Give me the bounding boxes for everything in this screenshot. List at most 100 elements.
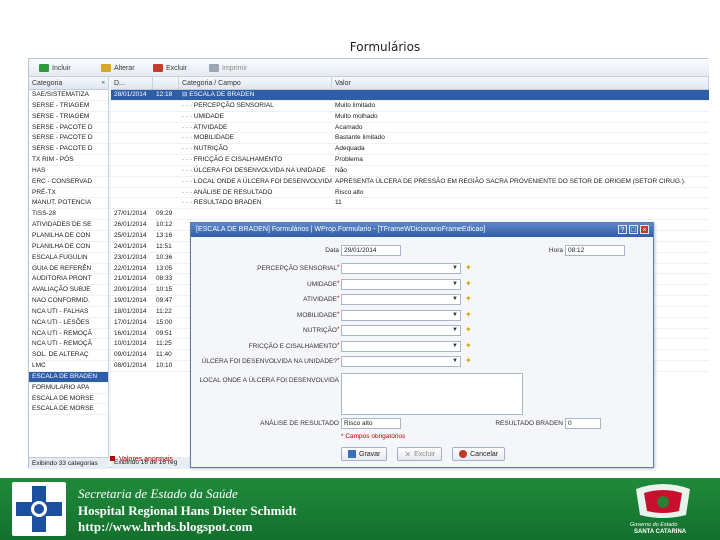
- category-item[interactable]: SERSE - PACOTE D: [29, 133, 108, 145]
- table-cell: [153, 101, 179, 111]
- hora-input[interactable]: 08:12: [565, 245, 625, 256]
- banner-url[interactable]: http://www.hrhds.blogspot.com: [78, 519, 252, 535]
- excluir-dialog-button[interactable]: ✕ Excluir: [397, 447, 443, 461]
- hint-bulb-icon[interactable]: ✦: [465, 295, 472, 303]
- data-input[interactable]: 29/01/2014: [341, 245, 401, 256]
- hint-bulb-icon[interactable]: ✦: [465, 357, 472, 365]
- form-dialog: [ESCALA DE BRADEN] Formulários | WProp.F…: [190, 222, 654, 468]
- maximize-icon[interactable]: □: [629, 225, 638, 234]
- table-cell: 12:18: [156, 91, 173, 98]
- category-item[interactable]: SAE/SISTEMATIZA: [29, 90, 108, 101]
- category-item[interactable]: ATIVIDADES DE SE: [29, 220, 108, 231]
- table-cell: [111, 101, 153, 111]
- hint-bulb-icon[interactable]: ✦: [465, 279, 472, 288]
- category-item[interactable]: AVALIAÇÃO SUBJE: [29, 285, 108, 297]
- field-select[interactable]: ▼: [341, 263, 461, 274]
- category-item[interactable]: MANUT. POTENCIA: [29, 198, 108, 210]
- hint-bulb-icon[interactable]: ✦: [465, 310, 472, 319]
- category-item[interactable]: SERSE - PACOTE D: [29, 123, 108, 134]
- banner-hospital: Hospital Regional Hans Dieter Schmidt: [78, 503, 297, 518]
- table-row[interactable]: · · · ANÁLISE DE RESULTADO Risco alto: [111, 188, 709, 199]
- table-row[interactable]: · · · ATIVIDADE Acamado: [111, 123, 709, 134]
- table-cell: [111, 188, 153, 198]
- imprimir-button[interactable]: Imprimir: [209, 62, 247, 74]
- chevron-down-icon[interactable]: ▼: [451, 327, 459, 334]
- table-row[interactable]: · · · PERCEPÇÃO SENSORIAL Muito limitado: [111, 101, 709, 112]
- category-item[interactable]: ESCALA DE MORSE: [29, 404, 108, 416]
- category-item[interactable]: SOL. DE ALTERAÇ: [29, 350, 108, 362]
- chevron-down-icon[interactable]: ▼: [451, 281, 459, 288]
- table-row[interactable]: · · · NUTRIÇÃO Adequada: [111, 144, 709, 156]
- category-item[interactable]: NCA UTI - LESÕES: [29, 318, 108, 329]
- col-value[interactable]: Valor: [332, 77, 709, 89]
- category-header[interactable]: Categoria «: [29, 77, 108, 90]
- required-note: * Campos obrigatórios: [341, 433, 406, 440]
- table-row[interactable]: · · · FRICÇÃO E CISALHAMENTO Problema: [111, 155, 709, 166]
- field-select[interactable]: ▼: [341, 340, 461, 352]
- field-select[interactable]: ▼: [341, 294, 461, 305]
- category-item[interactable]: TX RIM - PÓS: [29, 155, 108, 166]
- table-cell: [111, 133, 153, 143]
- field-select[interactable]: ▼: [341, 325, 461, 336]
- category-item[interactable]: PRÉ-TX: [29, 188, 108, 199]
- category-item[interactable]: GUIA DE REFERÊN: [29, 264, 108, 275]
- field-select[interactable]: ▼: [341, 278, 461, 290]
- resultado-input[interactable]: 0: [565, 418, 601, 429]
- category-item[interactable]: LMC: [29, 361, 108, 372]
- chevron-down-icon[interactable]: ▼: [451, 265, 459, 272]
- table-cell: 27/01/2014: [114, 210, 147, 218]
- category-item[interactable]: ESCALA FUGULIN: [29, 253, 108, 264]
- table-row[interactable]: · · · UMIDADE Muito molhado: [111, 112, 709, 123]
- category-item[interactable]: HAS: [29, 166, 108, 177]
- chevron-down-icon[interactable]: ▼: [451, 312, 459, 319]
- category-item[interactable]: TISS-28: [29, 209, 108, 221]
- col-category[interactable]: Categoria / Campo: [179, 77, 332, 89]
- analise-input[interactable]: Risco alto: [341, 418, 401, 429]
- category-item[interactable]: ERC - CONSERVAD: [29, 177, 108, 188]
- category-item[interactable]: NAO CONFORMID.: [29, 296, 108, 307]
- field-select[interactable]: ▼: [341, 309, 461, 321]
- category-item[interactable]: SERSE - PACOTE D: [29, 144, 108, 156]
- category-item[interactable]: ESCALA DE MORSE: [29, 394, 108, 405]
- col-date[interactable]: D...: [111, 77, 153, 89]
- incluir-button[interactable]: Incluir: [39, 62, 71, 74]
- close-icon[interactable]: ×: [640, 225, 649, 234]
- table-cell: [153, 177, 179, 187]
- col-time[interactable]: [153, 77, 179, 89]
- table-row[interactable]: · · · MOBILIDADE Bastante limitado: [111, 133, 709, 145]
- category-item[interactable]: NCA UTI - REMOÇÃ: [29, 329, 108, 340]
- table-row[interactable]: 28/01/2014 12:18 ⊟ ESCALA DE BRADEN: [111, 90, 709, 101]
- table-cell: Muito molhado: [335, 112, 378, 120]
- category-item[interactable]: PLANILHA DE CON: [29, 242, 108, 253]
- table-row[interactable]: 27/01/2014 09:29: [111, 209, 709, 221]
- table-cell: Muito limitado: [335, 101, 376, 109]
- category-item[interactable]: FORMULARIO APA: [29, 383, 108, 394]
- category-list: SAE/SISTEMATIZA SERSE - TRIAGEM SERSE - TR…: [29, 90, 108, 416]
- alterar-button[interactable]: Alterar: [101, 62, 135, 74]
- chevron-down-icon[interactable]: ▼: [451, 296, 459, 303]
- category-item[interactable]: NCA UTI - FALHAS: [29, 307, 108, 318]
- table-row[interactable]: · · · ÚLCERA FOI DESENVOLVIDA NA UNIDADE…: [111, 166, 709, 177]
- cancelar-button[interactable]: Cancelar: [452, 447, 506, 461]
- excluir-button[interactable]: Excluir: [153, 62, 187, 74]
- category-item[interactable]: ESCALA DE BRADEN: [29, 371, 108, 383]
- table-row[interactable]: · · · LOCAL ONDE A ÚLCERA FOI DESENVOLVI…: [111, 177, 709, 188]
- chevron-down-icon[interactable]: ▼: [451, 358, 459, 365]
- category-item[interactable]: NCA UTI - REMOÇÃ: [29, 339, 108, 351]
- help-icon[interactable]: ?: [618, 225, 627, 234]
- table-row[interactable]: · · · RESULTADO BRADEN 11: [111, 198, 709, 210]
- category-item[interactable]: SERSE - TRIAGEM: [29, 112, 108, 123]
- hint-bulb-icon[interactable]: ✦: [465, 341, 472, 350]
- local-textarea[interactable]: [341, 373, 523, 415]
- field-select[interactable]: ▼: [341, 356, 461, 367]
- table-cell: 18/01/2014: [114, 307, 147, 315]
- category-item[interactable]: AUDITORIA PRONT: [29, 274, 108, 286]
- gravar-button[interactable]: Gravar: [341, 447, 388, 461]
- hint-bulb-icon[interactable]: ✦: [465, 326, 472, 334]
- hint-bulb-icon[interactable]: ✦: [465, 264, 472, 272]
- category-item[interactable]: SERSE - TRIAGEM: [29, 101, 108, 112]
- dialog-titlebar[interactable]: [ESCALA DE BRADEN] Formulários | WProp.F…: [191, 223, 653, 237]
- table-cell: 11: [335, 199, 342, 207]
- category-item[interactable]: PLANILHA DE CON: [29, 231, 108, 242]
- chevron-down-icon[interactable]: ▼: [451, 343, 459, 350]
